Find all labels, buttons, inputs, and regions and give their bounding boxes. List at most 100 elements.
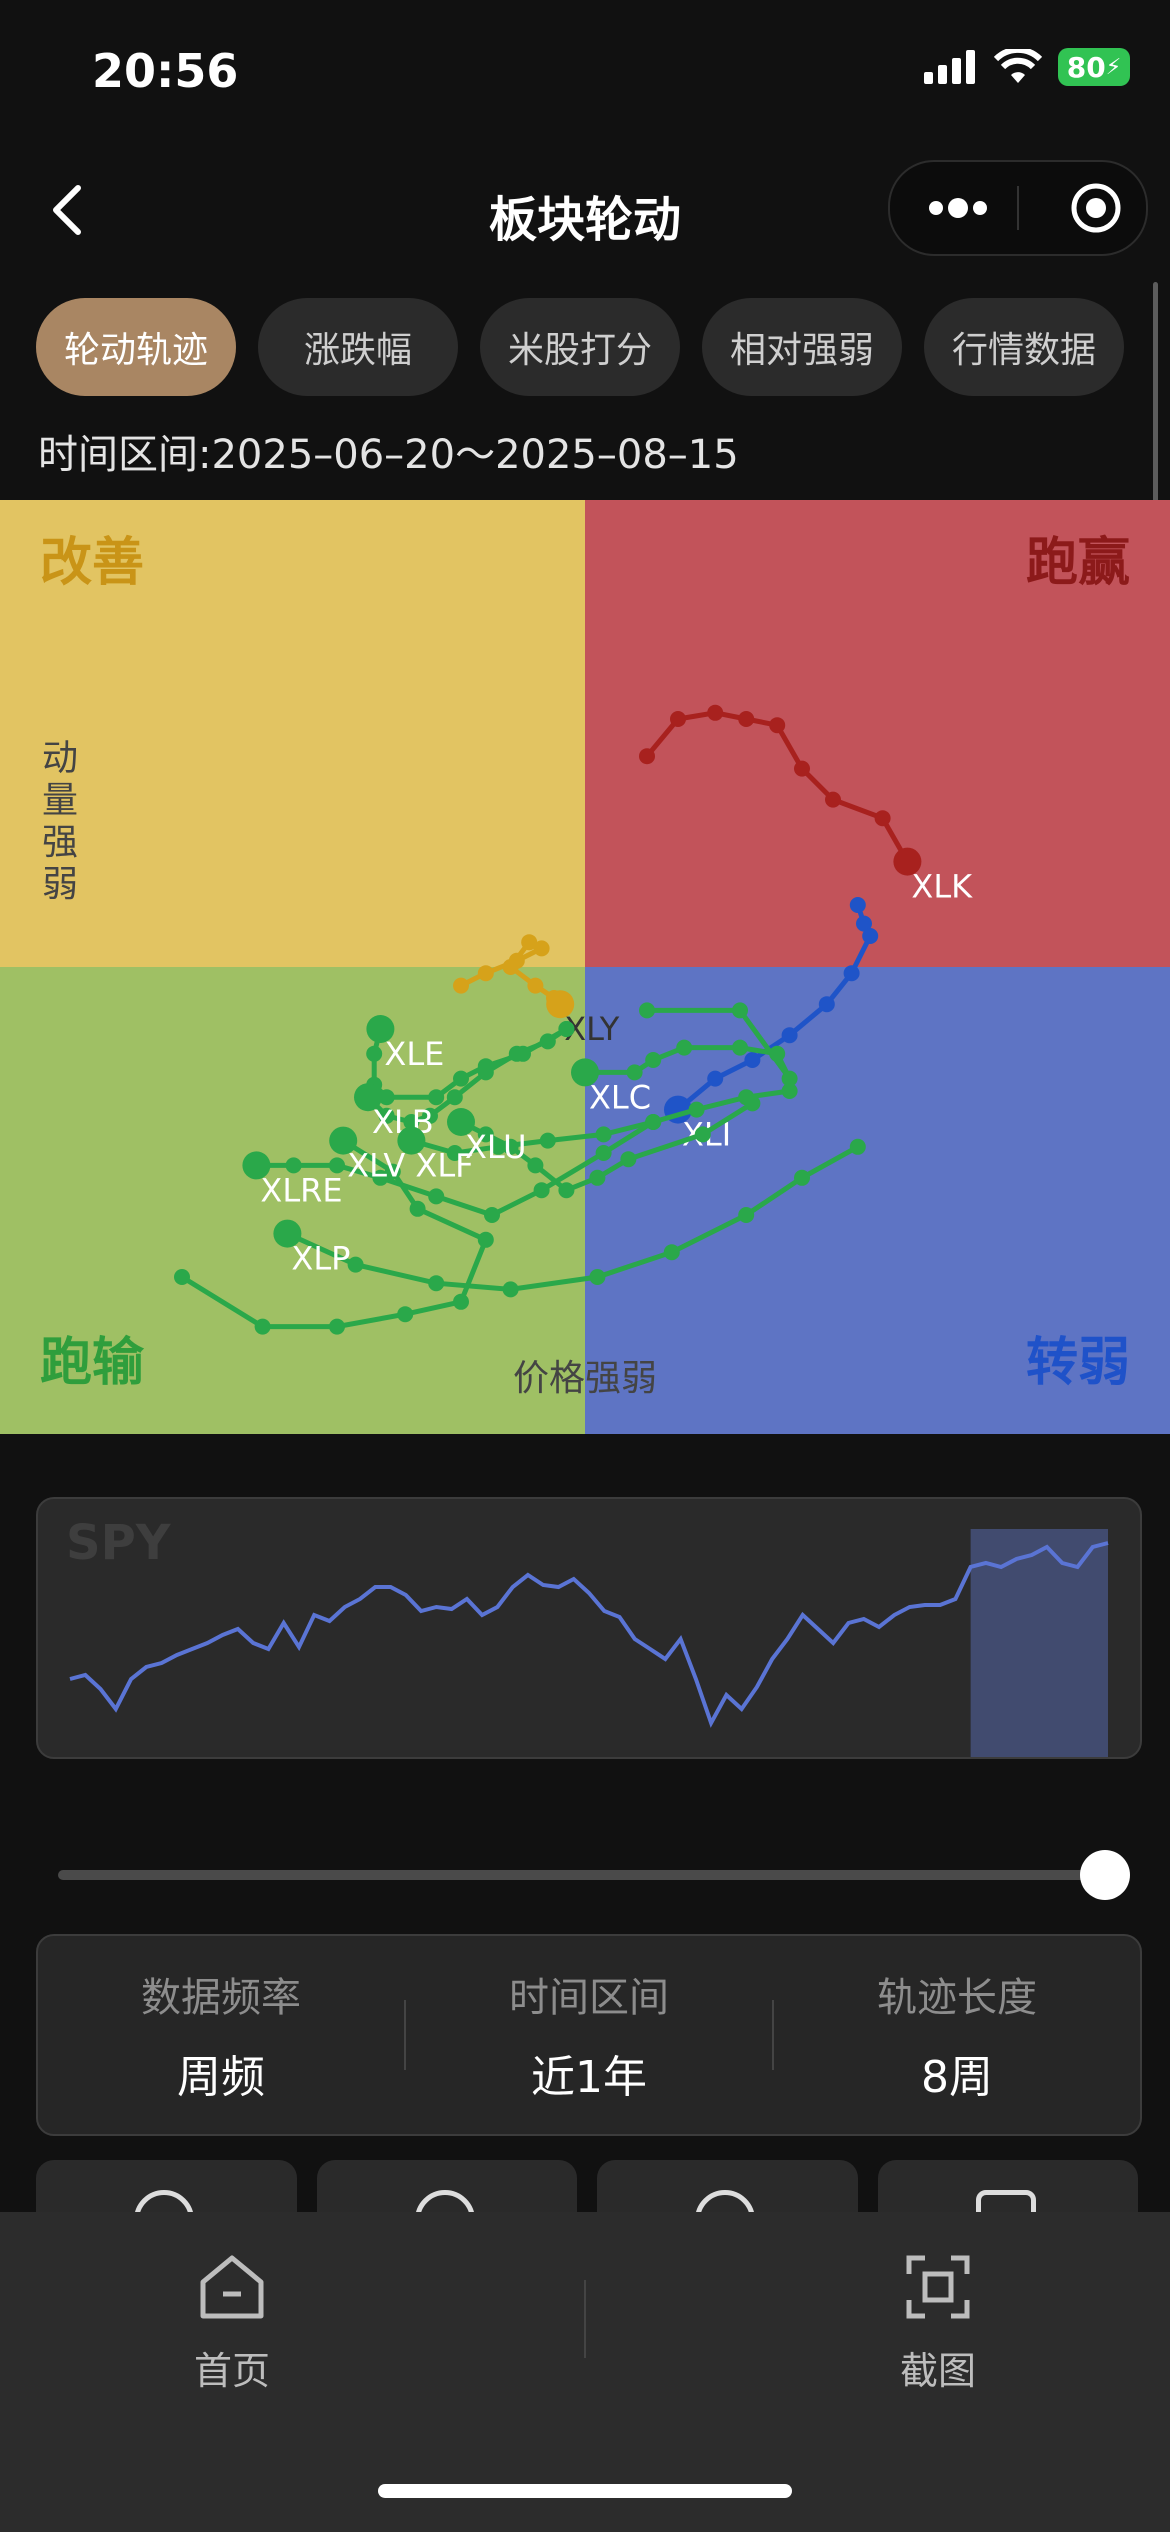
- trail-point-xlv: [453, 1293, 469, 1310]
- spy-label: SPY: [66, 1515, 172, 1571]
- trail-point-xlp: [502, 1281, 519, 1298]
- slider-thumb[interactable]: [1080, 1850, 1130, 1900]
- setting-label: 时间区间: [509, 1975, 669, 2021]
- trail-point-xlc: [732, 1002, 748, 1019]
- trail-point-xlb: [558, 1021, 575, 1037]
- trail-point-xlk: [874, 810, 891, 827]
- nav-home-label: 首页: [193, 2349, 270, 2393]
- divider: [584, 2280, 586, 2358]
- trail-point-xlc: [639, 1002, 655, 1019]
- setting-frequency[interactable]: 数据频率 周频: [38, 1965, 404, 2105]
- trail-point-xlb: [539, 1033, 556, 1050]
- trail-point-xly: [453, 977, 469, 994]
- trail-point-xli: [818, 996, 835, 1013]
- trail-point-xlf: [781, 1083, 798, 1099]
- trail-point-xlp: [589, 1269, 606, 1285]
- trail-point-xlu: [694, 1126, 711, 1143]
- trail-point-xli: [862, 928, 879, 944]
- setting-trail-length[interactable]: 轨迹长度 8周: [774, 1965, 1140, 2105]
- trail-point-xlb: [508, 1045, 525, 1062]
- nav-home[interactable]: 首页: [132, 2252, 332, 2395]
- trail-point-xlv: [174, 1269, 190, 1285]
- tab-relative-strength[interactable]: 相对强弱: [702, 298, 902, 396]
- spy-chart-card[interactable]: SPY: [36, 1497, 1142, 1767]
- trail-point-xle: [453, 1070, 469, 1087]
- time-range-text: 时间区间:2025–06–20～2025–08–15: [38, 432, 739, 478]
- trail-point-xlp: [794, 1169, 810, 1186]
- trail-point-xlp: [738, 1207, 755, 1223]
- trail-point-xli: [744, 1052, 761, 1068]
- trail-point-xlu: [744, 1095, 761, 1112]
- trail-point-xly: [521, 934, 538, 951]
- trail-point-xlv: [477, 1231, 494, 1248]
- setting-time-range[interactable]: 时间区间 近1年: [406, 1965, 772, 2105]
- trail-point-xlv: [397, 1306, 414, 1323]
- series-label-xlu: XLU: [465, 1128, 527, 1166]
- trail-point-xle: [366, 1045, 383, 1062]
- nav-bar: 板块轮动: [0, 160, 1170, 260]
- home-indicator: [378, 2484, 792, 2498]
- trail-point-xlc: [732, 1039, 748, 1056]
- trail-point-xlc: [769, 1045, 786, 1062]
- series-label-xlc: XLC: [589, 1078, 651, 1116]
- trail-point-xlk: [639, 748, 655, 765]
- trail-point-xlc: [676, 1039, 693, 1056]
- nav-screenshot[interactable]: 截图: [838, 2252, 1038, 2395]
- more-icon[interactable]: [910, 180, 1006, 236]
- trail-point-xlf: [688, 1101, 705, 1118]
- tab-change-pct[interactable]: 涨跌幅: [258, 298, 458, 396]
- trail-point-xli: [707, 1070, 724, 1087]
- status-time: 20:56: [92, 44, 239, 98]
- settings-panel: 数据频率 周频 时间区间 近1年 轨迹长度 8周: [36, 1934, 1142, 2136]
- trail-point-xli: [843, 965, 860, 982]
- quadrant-label-weakening: 转弱: [1026, 1333, 1130, 1393]
- home-icon: [200, 2255, 264, 2319]
- trail-point-xlv: [254, 1318, 271, 1335]
- rotation-chart: 改善 跑赢 跑输 转弱 动量强弱 价格强弱 XLKXLIXLYXLEXLCXLB…: [0, 500, 1170, 1434]
- quadrant-label-leading: 跑赢: [1026, 533, 1130, 593]
- battery-icon: 80 ⚡: [1058, 48, 1130, 86]
- screenshot-icon: [906, 2255, 970, 2319]
- trail-point-xlk: [670, 711, 686, 727]
- trail-point-xlu: [620, 1151, 637, 1168]
- setting-value: 周频: [177, 2052, 265, 2103]
- tab-stock-score[interactable]: 米股打分: [480, 298, 680, 396]
- trail-point-xlre: [484, 1207, 500, 1223]
- signal-icon: [924, 50, 975, 84]
- trail-point-xlu: [527, 1157, 544, 1174]
- trail-point-xlk: [769, 717, 786, 734]
- x-axis-label: 价格强弱: [513, 1358, 657, 1399]
- trail-point-xlu: [558, 1182, 575, 1199]
- wifi-icon: [994, 49, 1042, 83]
- tab-market-data[interactable]: 行情数据: [924, 298, 1124, 396]
- trail-point-xli: [781, 1027, 798, 1044]
- status-icons: 80 ⚡: [924, 48, 1130, 86]
- capsule-divider: [1017, 186, 1019, 230]
- spy-line: [69, 1541, 1109, 1728]
- time-slider[interactable]: [58, 1846, 1130, 1906]
- series-label-xlp: XLP: [291, 1240, 350, 1278]
- tab-rotation-trail[interactable]: 轮动轨迹: [36, 298, 236, 396]
- trail-point-xlp: [428, 1275, 445, 1292]
- trail-point-xlu: [589, 1169, 606, 1186]
- spy-chart: SPY: [66, 1515, 1109, 1767]
- tool-buttons-row: [36, 2160, 1138, 2240]
- y-axis-label: 动量强弱: [42, 738, 78, 905]
- trail-point-xlk: [825, 791, 841, 808]
- trail-point-xly: [527, 977, 544, 994]
- trail-point-xlb: [446, 1089, 463, 1106]
- trail-point-xlre: [645, 1114, 662, 1130]
- battery-level: 80: [1066, 50, 1106, 84]
- trail-point-xly: [502, 959, 519, 975]
- trail-point-xlre: [428, 1188, 445, 1205]
- trail-point-xlk: [794, 760, 810, 777]
- trail-point-xlk: [707, 704, 724, 721]
- trail-point-xly: [477, 965, 494, 982]
- setting-label: 数据频率: [141, 1975, 301, 2021]
- mini-program-capsule: [888, 160, 1148, 256]
- nav-screenshot-label: 截图: [899, 2349, 976, 2393]
- close-miniprogram-icon[interactable]: [1066, 180, 1126, 236]
- trail-point-xli: [849, 897, 866, 913]
- trail-point-xlre: [533, 1182, 550, 1199]
- quadrant-label-lagging: 跑输: [40, 1333, 145, 1393]
